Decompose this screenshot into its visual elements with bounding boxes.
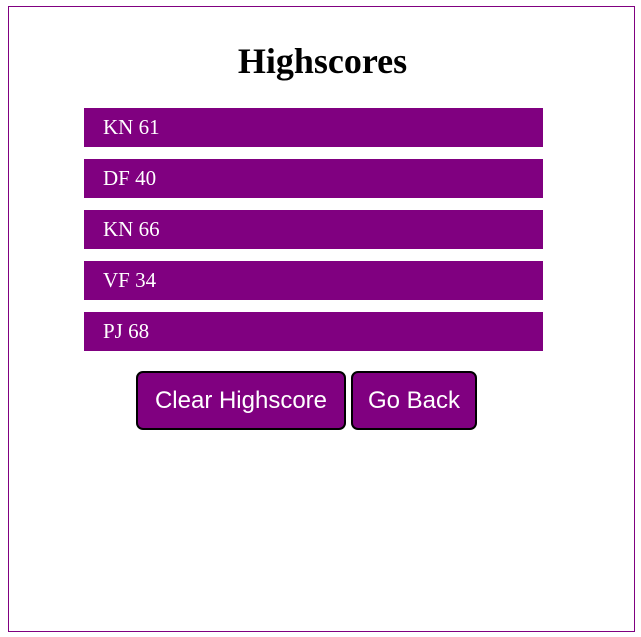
score-item: KN 66 <box>84 210 543 249</box>
score-item: VF 34 <box>84 261 543 300</box>
page-title: Highscores <box>237 41 408 81</box>
highscores-panel: Highscores KN 61 DF 40 KN 66 VF 34 PJ 68… <box>8 6 635 632</box>
score-item: DF 40 <box>84 159 543 198</box>
clear-highscore-button[interactable]: Clear Highscore <box>136 371 346 430</box>
score-item: PJ 68 <box>84 312 543 351</box>
go-back-button[interactable]: Go Back <box>351 371 477 430</box>
score-item: KN 61 <box>84 108 543 147</box>
highscore-list: KN 61 DF 40 KN 66 VF 34 PJ 68 <box>84 108 543 363</box>
